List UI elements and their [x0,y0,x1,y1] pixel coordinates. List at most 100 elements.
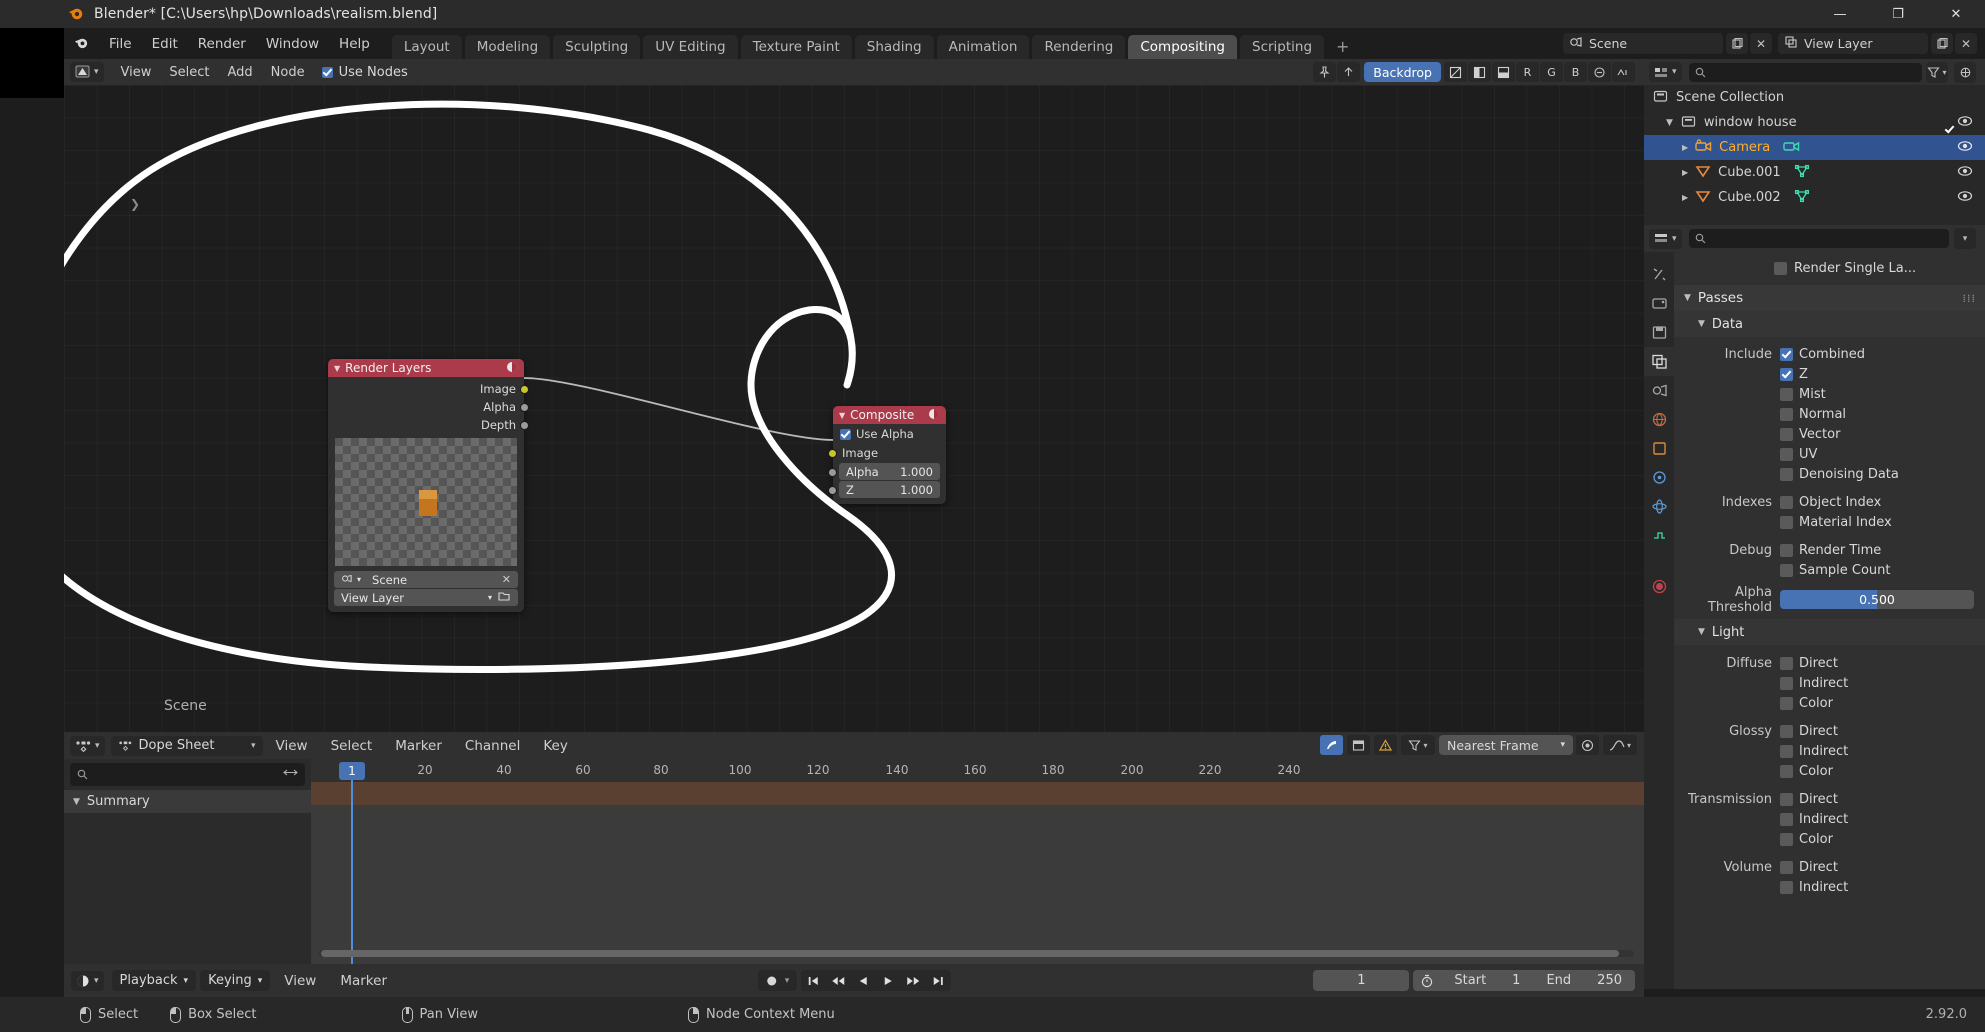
play-button[interactable] [875,970,900,991]
panel-drag-handle[interactable]: ⁞⁞⁞ [1963,293,1977,304]
socket-alpha[interactable] [520,403,529,412]
object-visibility-icon[interactable] [1957,165,1973,181]
scene-selector[interactable]: Scene [1563,33,1723,54]
keying-popover-button[interactable]: Keying ▾ [200,970,271,991]
channel-all-icon[interactable] [1444,62,1467,82]
outliner-row-camera[interactable]: ▶ Camera [1644,135,1985,160]
checkbox-diffuse-direct[interactable]: Direct [1780,656,1838,671]
tab-uv-editing[interactable]: UV Editing [643,35,738,59]
node-menu-add[interactable]: Add [219,63,262,82]
current-frame-field[interactable]: 1 [1313,970,1410,991]
auto-keying-toggle[interactable]: ▾ [757,970,797,991]
dope-menu-marker[interactable]: Marker [385,735,452,757]
use-nodes-checkbox[interactable] [321,66,333,78]
end-frame-field[interactable]: End 250 [1533,973,1635,988]
frame-range-fields[interactable]: Start 1 End 250 [1413,970,1635,991]
add-workspace-button[interactable]: + [1327,35,1358,59]
expand-triangle-icon[interactable]: ▶ [1682,168,1688,177]
node-output-alpha[interactable]: Alpha [328,398,529,416]
socket-image-input[interactable] [828,449,837,458]
close-button[interactable]: ✕ [1927,0,1985,28]
minimize-button[interactable]: — [1811,0,1869,28]
node-input-image[interactable]: Image [828,444,946,462]
tab-view-layer[interactable] [1644,347,1674,376]
tab-output[interactable] [1644,318,1674,347]
composite-z-field[interactable]: Z 1.000 [839,481,940,498]
previous-keyframe-button[interactable] [825,970,850,991]
dope-menu-key[interactable]: Key [533,735,577,757]
alpha-threshold-slider[interactable]: 0.500 [1780,590,1974,609]
render-single-layer-checkbox[interactable] [1774,262,1787,275]
checkbox-object-index[interactable]: Object Index [1780,495,1881,510]
tab-tool[interactable] [1644,260,1674,289]
node-output-image[interactable]: Image [328,380,529,398]
tab-scripting[interactable]: Scripting [1240,35,1325,59]
checkbox-mist[interactable]: Mist [1780,387,1826,402]
snap-options-icon[interactable] [1612,62,1635,82]
menu-help[interactable]: Help [329,33,380,55]
menu-file[interactable]: File [99,33,142,55]
collapse-triangle-icon[interactable]: ▼ [1698,319,1705,329]
start-frame-field[interactable]: Start 1 [1441,973,1533,988]
checkbox-volume-direct[interactable]: Direct [1780,860,1838,875]
proportional-editing-icon[interactable] [1576,735,1599,755]
channel-summary-row[interactable]: ▼ Summary [64,790,311,813]
use-alpha-checkbox[interactable] [840,428,851,440]
next-keyframe-button[interactable] [900,970,925,991]
menu-window[interactable]: Window [256,33,329,55]
checkbox-transmission-direct[interactable]: Direct [1780,792,1838,807]
node-output-depth[interactable]: Depth [328,416,529,434]
object-visibility-icon[interactable] [1957,140,1973,156]
tab-scene[interactable] [1644,376,1674,405]
node-menu-node[interactable]: Node [262,63,314,82]
panel-passes[interactable]: ▼ Passes ⁞⁞⁞ [1674,285,1985,311]
collapse-triangle-icon[interactable]: ▼ [334,364,340,373]
channel-resize-icon[interactable] [283,767,298,782]
timeline-editor-type-selector[interactable]: ▾ [71,970,104,991]
expand-triangle-icon[interactable]: ▶ [1682,193,1688,202]
collection-visibility-icon[interactable] [1957,115,1973,131]
show-hidden-icon[interactable] [1347,735,1370,755]
tab-shading[interactable]: Shading [854,35,934,59]
properties-search-input[interactable] [1688,229,1949,248]
dope-timeline-ruler[interactable]: 1 20 40 60 80 100 120 140 160 180 200 22… [311,759,1644,782]
checkbox-glossy-color[interactable]: Color [1780,764,1833,779]
panel-data[interactable]: ▼ Data [1674,311,1985,337]
collapse-triangle-icon[interactable]: ▼ [1684,293,1691,303]
channel-alpha-icon[interactable] [1492,62,1515,82]
mesh-data-icon[interactable] [1794,164,1810,182]
socket-z-input[interactable] [828,486,837,495]
node-canvas[interactable]: ❯ Scene ▼ Render Layers Image Alpha Dept… [64,85,1644,732]
editor-type-selector[interactable]: ▾ [70,62,104,82]
new-scene-button[interactable] [1726,33,1748,54]
composite-alpha-field[interactable]: Alpha 1.000 [839,463,940,480]
channel-color-icon[interactable] [1468,62,1491,82]
node-render-layers-header[interactable]: ▼ Render Layers [328,359,524,377]
tab-sculpting[interactable]: Sculpting [553,35,641,59]
panel-light[interactable]: ▼ Light [1674,619,1985,645]
dope-keyframe-grid[interactable]: 1 20 40 60 80 100 120 140 160 180 200 22… [311,759,1644,964]
pin-icon[interactable] [1313,62,1337,82]
play-reverse-button[interactable] [850,970,875,991]
mesh-data-icon[interactable] [1794,189,1810,207]
checkbox-glossy-indirect[interactable]: Indirect [1780,744,1848,759]
checkbox-vector[interactable]: Vector [1780,427,1840,442]
delete-scene-button[interactable]: ✕ [1750,33,1772,54]
dope-horizontal-scrollbar[interactable] [319,950,1634,957]
tab-world[interactable] [1644,405,1674,434]
outliner-row-scene-collection[interactable]: Scene Collection [1644,85,1985,110]
socket-image[interactable] [520,385,529,394]
use-preview-range-icon[interactable] [1413,974,1441,988]
checkbox-denoising-data[interactable]: Denoising Data [1780,467,1899,482]
view-layer-selector[interactable]: View Layer [1778,33,1928,54]
use-nodes-toggle[interactable]: Use Nodes [321,65,408,80]
blender-menu-icon[interactable] [74,34,90,54]
checkbox-transmission-color[interactable]: Color [1780,832,1833,847]
node-preview-icon[interactable] [928,408,940,423]
checkbox-glossy-direct[interactable]: Direct [1780,724,1838,739]
menu-edit[interactable]: Edit [142,33,188,55]
tab-layout[interactable]: Layout [391,35,462,59]
outliner-row-window-house[interactable]: ▼ window house [1644,110,1985,135]
tab-object[interactable] [1644,434,1674,463]
tab-texture-paint[interactable]: Texture Paint [740,35,852,59]
